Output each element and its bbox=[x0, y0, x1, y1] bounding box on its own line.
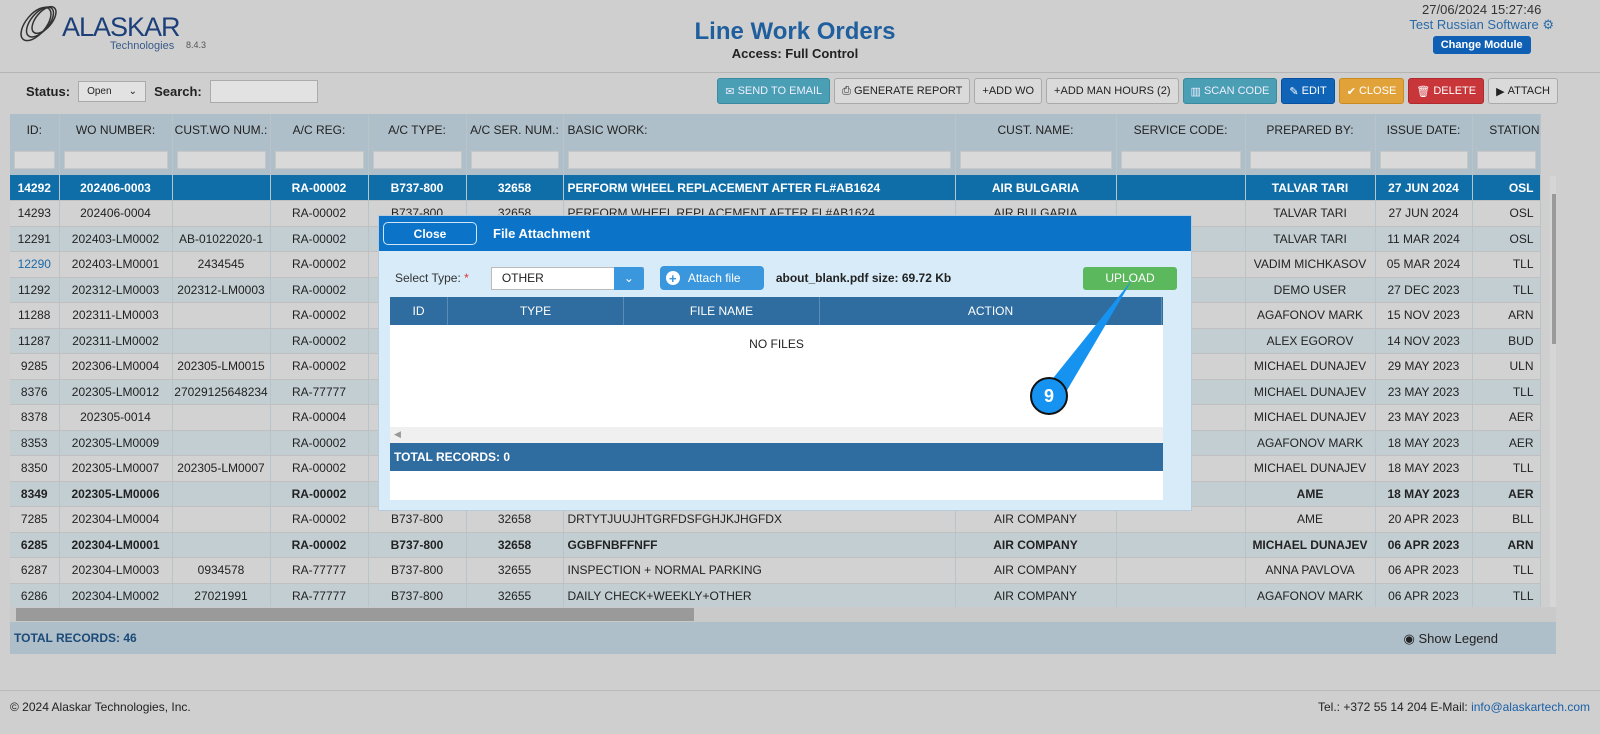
copyright: © 2024 Alaskar Technologies, Inc. bbox=[10, 700, 191, 714]
contact-info: Tel.: +372 55 14 204 E-Mail: bbox=[1317, 700, 1468, 714]
annotation-pointer bbox=[1050, 280, 1132, 392]
step-badge: 9 bbox=[1030, 377, 1068, 415]
email-link[interactable]: info@alaskartech.com bbox=[1471, 700, 1590, 714]
